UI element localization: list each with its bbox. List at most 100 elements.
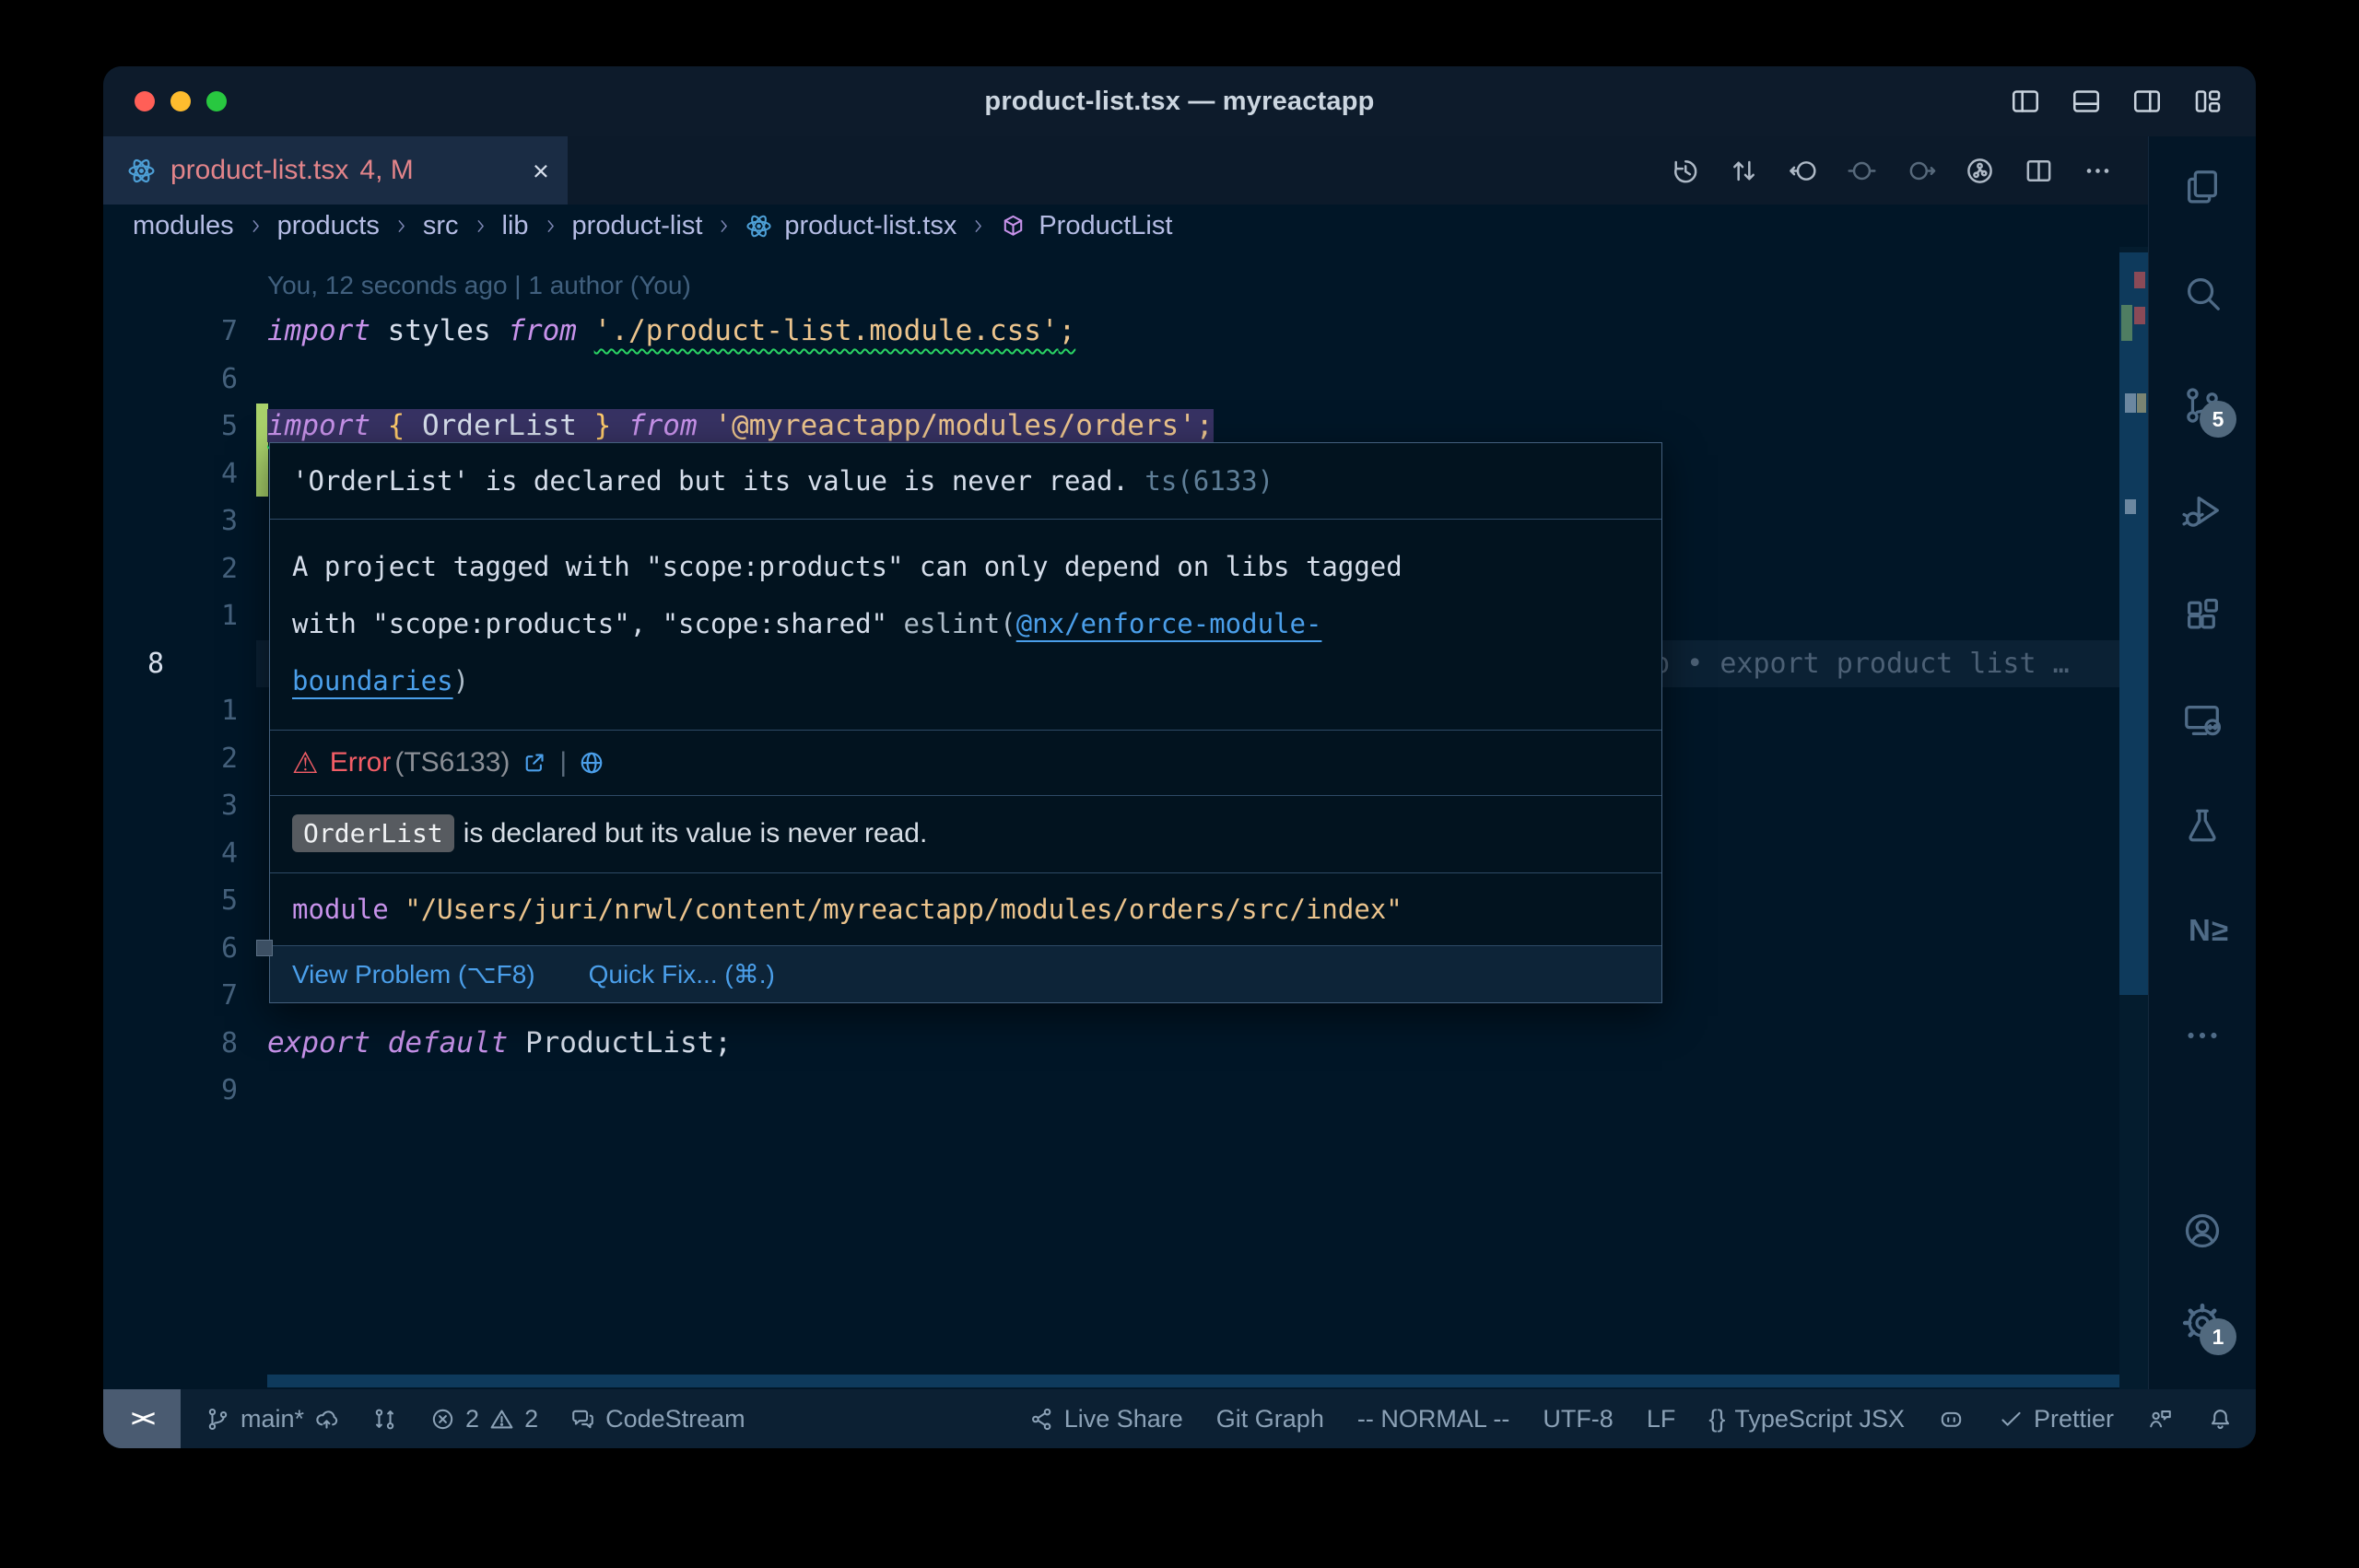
compare-changes-button[interactable] [1728,155,1760,187]
status-git-graph[interactable]: Git Graph [1216,1405,1324,1433]
vscode-window: product-list.tsx — myreactapp product-li… [103,66,2256,1448]
selection-mark [2125,393,2136,413]
editor-actions [1669,136,2149,205]
breadcrumb-item-productlist[interactable]: ProductList [1039,211,1172,241]
git-added-mark [2121,305,2132,341]
status-vim-mode[interactable]: -- NORMAL -- [1357,1405,1509,1433]
status-label: 2 [524,1405,538,1433]
activity-testing-button[interactable] [2181,804,2224,847]
scrollbar-overview-ruler[interactable] [2119,247,2149,1389]
status-label: -- NORMAL -- [1357,1405,1509,1433]
tab-product-list[interactable]: product-list.tsx 4, M × [103,136,568,205]
more-actions-button[interactable] [2082,155,2114,187]
hover-eslint-message: A project tagged with "scope:products" c… [270,519,1661,730]
layout-sidebar-left-icon[interactable] [2009,85,2042,118]
line-number: 8 [103,1020,238,1068]
line-number: 1 [103,592,238,640]
breadcrumb-item-modules[interactable]: modules [133,211,234,241]
zoom-window-button[interactable] [206,91,227,111]
status-label: Live Share [1064,1405,1183,1433]
ts-error-code: ts(6133) [1144,465,1273,497]
breadcrumb-item-src[interactable]: src [423,211,459,241]
open-external-icon[interactable] [521,749,548,777]
activity-more-views-button[interactable] [2181,1014,2224,1057]
layout-panel-icon[interactable] [2070,85,2103,118]
gitlens-inline-blame: ago • export product list … [1620,640,2070,688]
status-live-share[interactable]: Live Share [1028,1405,1183,1433]
react-icon [745,213,772,240]
breadcrumb-item-product-list[interactable]: product-list [572,211,703,241]
status-encoding[interactable]: UTF-8 [1543,1405,1614,1433]
status-prettier[interactable]: Prettier [1998,1405,2114,1433]
scrollbar-slider[interactable] [2119,252,2149,995]
status-notifications[interactable] [2207,1406,2234,1433]
timeline-button[interactable] [1669,155,1701,187]
status-label: Prettier [2034,1405,2114,1433]
quick-fix-button[interactable]: Quick Fix... (⌘.) [589,959,775,989]
remote-indicator[interactable]: >< [103,1389,181,1448]
minimize-window-button[interactable] [170,91,191,111]
code-line: export default ProductList; [267,1020,732,1068]
line-number: 2 [103,545,238,593]
status-label: UTF-8 [1543,1405,1614,1433]
line-number: 5 [103,877,238,925]
error-code: (TS6133) [394,747,510,778]
line-number: 3 [103,497,238,545]
error-mark [2134,272,2145,288]
chevron-right-icon [714,216,734,236]
braces-icon: {} [1708,1405,1725,1433]
status-problems[interactable]: 22 [429,1405,538,1433]
status-git-branch[interactable]: main* [205,1405,340,1433]
activity-explorer-button[interactable] [2181,166,2224,208]
status-language-mode[interactable]: {}TypeScript JSX [1708,1405,1905,1433]
globe-icon[interactable] [578,749,605,777]
previous-change-button[interactable] [1846,155,1878,187]
selected-code: import { OrderList } from '@myreactapp/m… [267,409,1214,442]
layout-sidebar-right-icon[interactable] [2130,85,2164,118]
activity-accounts-button[interactable] [2181,1210,2224,1252]
activity-remote-explorer-button[interactable] [2181,699,2224,742]
navigate-back-button[interactable] [1787,155,1819,187]
comment-icon [569,1406,596,1433]
status-codestream[interactable]: CodeStream [569,1405,745,1433]
activity-nx-console-button[interactable]: N≥ [2181,909,2236,952]
status-copilot[interactable] [1938,1406,1965,1433]
tab-bar: product-list.tsx 4, M × [103,136,2149,205]
line-number: 5 [103,403,238,451]
code-line: import styles from './product-list.modul… [267,308,1075,356]
status-eol[interactable]: LF [1647,1405,1676,1433]
breadcrumb-item-products[interactable]: products [277,211,380,241]
activity-extensions-button[interactable] [2181,594,2224,637]
activity-settings-button[interactable]: 1 [2181,1302,2224,1344]
status-feedback[interactable] [2147,1406,2174,1433]
line-number: 4 [103,830,238,878]
error-triangle-icon: ⚠ [292,745,319,780]
warning-triangle-icon [488,1406,515,1433]
close-tab-icon[interactable]: × [533,157,549,185]
error-circle-icon [429,1406,456,1433]
tab-problems-modified-badge: 4, M [359,155,413,186]
view-problem-button[interactable]: View Problem (⌥F8) [292,959,535,989]
gitlens-blame-annotation: You, 12 seconds ago | 1 author (You) [267,263,691,308]
activity-source-control-button[interactable]: 5 [2181,384,2224,427]
hover-actions: View Problem (⌥F8) Quick Fix... (⌘.) [270,945,1661,1002]
hover-resize-grip[interactable] [256,940,273,956]
close-window-button[interactable] [135,91,155,111]
line-number: 4 [103,451,238,498]
run-graph-button[interactable] [1964,155,1996,187]
layout-custom-icon[interactable] [2191,85,2224,118]
breadcrumb-item-product-list-tsx[interactable]: product-list.tsx [784,211,957,241]
activity-run-and-debug-button[interactable] [2181,490,2224,532]
current-line-number: 8 [147,640,240,688]
split-editor-button[interactable] [2023,155,2055,187]
next-change-button[interactable] [1905,155,1937,187]
status-label: CodeStream [605,1405,745,1433]
hover-ts-message: 'OrderList' is declared but its value is… [270,443,1661,519]
line-number: 2 [103,735,238,783]
status-gitlens-compare[interactable] [371,1406,398,1433]
breadcrumb-item-lib[interactable]: lib [502,211,529,241]
horizontal-scrollbar[interactable] [267,1375,2119,1387]
activity-search-button[interactable] [2181,272,2224,314]
error-label: Error [330,747,392,778]
code-editor[interactable]: 76543218123456789 You, 12 seconds ago | … [103,247,2149,1389]
